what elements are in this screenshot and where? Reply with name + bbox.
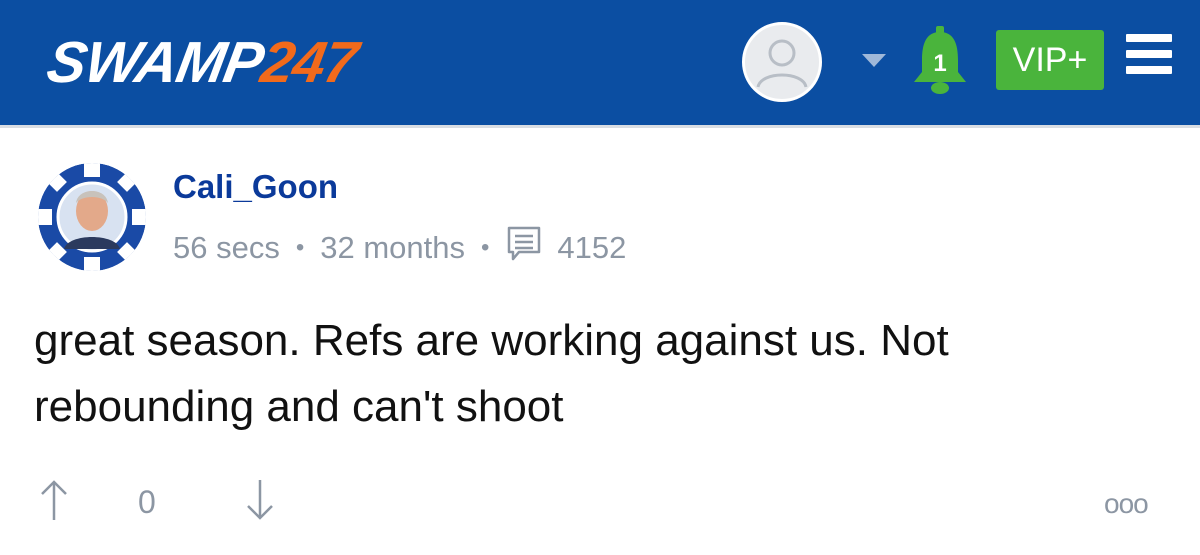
logo-text-main: SWAMP (42, 30, 268, 95)
message-count: 4152 (557, 230, 627, 265)
post-username-link[interactable]: Cali_Goon (173, 168, 338, 206)
vip-plus-button[interactable]: VIP+ (996, 30, 1104, 90)
notifications-bell-button[interactable]: 1 (908, 26, 972, 96)
more-options-button[interactable]: ooo (1104, 488, 1149, 520)
arrow-up-icon (41, 480, 67, 520)
arrow-down-icon (247, 480, 273, 520)
notification-count-badge: 1 (933, 50, 947, 77)
user-silhouette-icon (756, 39, 808, 88)
menu-bar (1126, 66, 1172, 74)
post-author-avatar[interactable] (38, 163, 146, 271)
menu-bar (1126, 50, 1172, 58)
meta-separator: • (295, 234, 305, 261)
post-meta: 56 secs • 32 months • 4152 (173, 226, 627, 268)
upvote-button[interactable] (38, 478, 70, 522)
poker-chip-avatar-icon (38, 163, 146, 271)
post-body: great season. Refs are working against u… (34, 316, 949, 431)
logo-text-number: 247 (256, 30, 362, 95)
menu-bar (1126, 34, 1172, 42)
menu-hamburger-icon[interactable] (1126, 34, 1172, 78)
downvote-button[interactable] (244, 478, 276, 522)
meta-separator: • (481, 234, 490, 261)
post-time: 56 secs (173, 230, 280, 265)
member-duration: 32 months (320, 230, 466, 265)
account-dropdown-caret-icon[interactable] (862, 54, 886, 67)
site-header: SWAMP247 1 VIP+ (0, 0, 1200, 128)
user-avatar-button[interactable] (742, 22, 822, 102)
vote-count: 0 (138, 484, 156, 520)
swamp247-logo[interactable]: SWAMP247 (42, 30, 362, 96)
messages-icon (505, 224, 545, 272)
